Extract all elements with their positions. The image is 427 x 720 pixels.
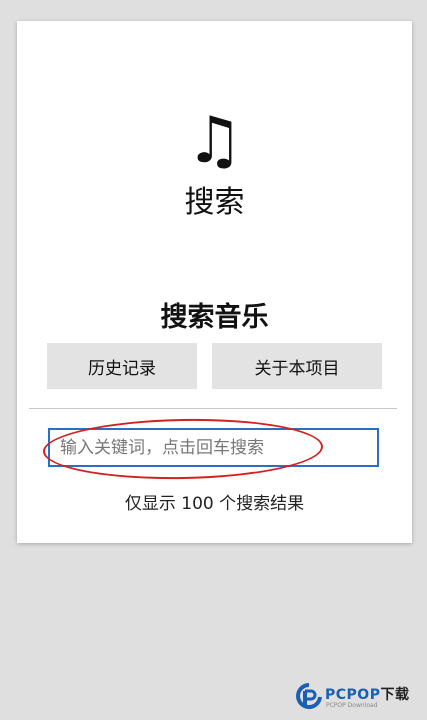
about-project-button[interactable]: 关于本项目 xyxy=(212,343,382,389)
watermark-logo: PCPOP下载 PCPOP Download xyxy=(296,681,424,715)
search-box[interactable] xyxy=(48,428,379,467)
result-limit-note: 仅显示 100 个搜索结果 xyxy=(124,494,305,514)
history-button[interactable]: 历史记录 xyxy=(47,343,197,389)
pcpop-logo-icon xyxy=(296,683,322,709)
page-title: 搜索 xyxy=(184,185,245,220)
music-note-icon: ♫ xyxy=(185,104,244,178)
section-heading: 搜索音乐 xyxy=(160,302,269,333)
divider xyxy=(29,408,397,409)
watermark-subtitle: PCPOP Download xyxy=(326,702,378,709)
search-card: ♫ 搜索 搜索音乐 历史记录 关于本项目 仅显示 100 个搜索结果 xyxy=(17,21,412,543)
watermark-brand-name: PCPOP xyxy=(325,687,381,703)
app-screen: ♫ 搜索 搜索音乐 历史记录 关于本项目 仅显示 100 个搜索结果 PCPOP… xyxy=(0,0,427,720)
watermark-suffix: 下载 xyxy=(380,687,410,703)
watermark-brand: PCPOP下载 xyxy=(325,684,409,704)
search-input[interactable] xyxy=(50,430,377,465)
